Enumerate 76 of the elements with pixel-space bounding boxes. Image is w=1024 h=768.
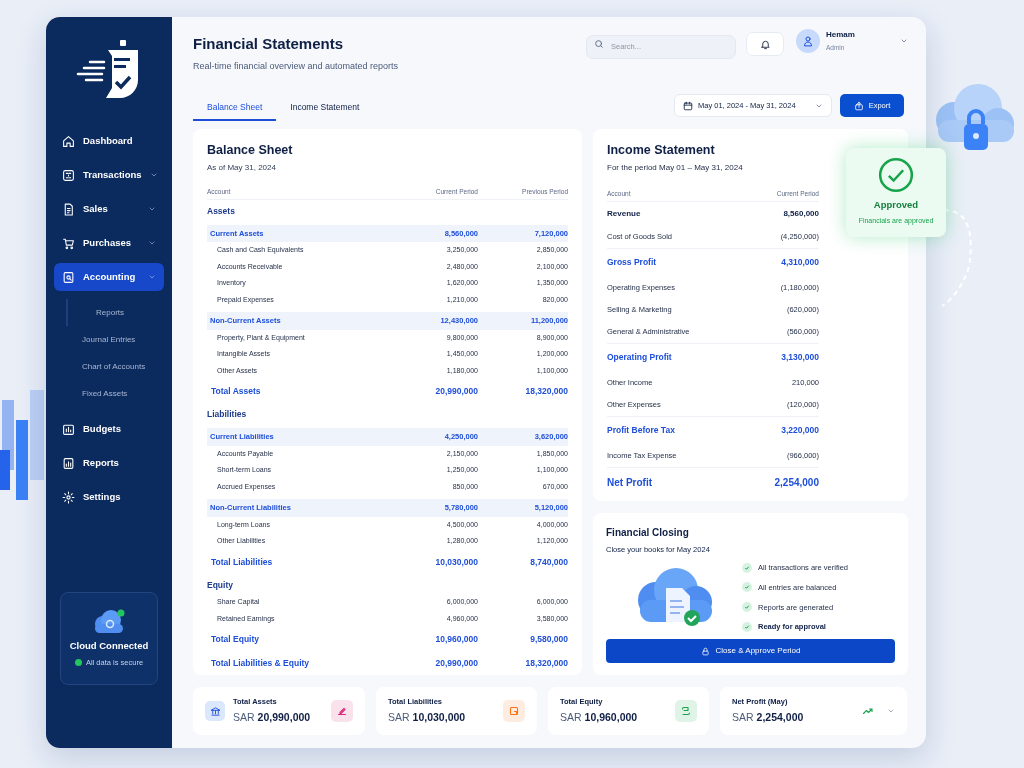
amount-cell-text: 10,960,000	[434, 633, 478, 647]
account-label: Profit Before Tax	[607, 424, 675, 438]
amount-cell-text: 20,990,000	[434, 657, 478, 670]
tab[interactable]: Income Statement	[276, 95, 374, 121]
page-subtitle: Real-time financial overview and automated reports	[193, 60, 400, 73]
document-search-icon	[62, 270, 75, 284]
account-label: Operating Profit	[607, 351, 672, 365]
notification-button[interactable]	[746, 32, 784, 56]
search-icon	[594, 39, 604, 49]
account-label: Equity	[207, 578, 234, 592]
submenu-item[interactable]: Reports	[66, 299, 164, 326]
chart-icon	[62, 422, 75, 436]
card-subtitle: For the period May 01 – May 31, 2024	[607, 161, 744, 174]
amount-cell-text: 10,030,000	[434, 555, 478, 569]
close-approve-button[interactable]: Close & Approve Period	[606, 639, 895, 664]
lock-icon	[700, 646, 710, 656]
settings-icon	[62, 490, 75, 504]
card-title: Balance Sheet	[207, 142, 294, 159]
amount-cell-text: 18,320,000	[524, 385, 568, 398]
account-label: Revenue	[607, 207, 641, 220]
sidebar-item[interactable]: Purchases	[54, 229, 164, 257]
amount-cell: 3,220,000	[781, 424, 819, 438]
amount-cell-text: 18,320,000	[524, 657, 568, 670]
amount-cell-text: 8,740,000	[529, 555, 568, 569]
sidebar-item[interactable]: Budgets	[54, 415, 164, 443]
sidebar-item[interactable]: Reports	[54, 449, 164, 477]
account-label: Net Profit	[607, 475, 652, 490]
sidebar-item[interactable]: Accounting	[54, 263, 164, 291]
currency-label: SAR	[560, 710, 582, 726]
sidebar-item[interactable]: Dashboard	[54, 127, 164, 155]
chevron-down-icon	[900, 37, 908, 45]
sidebar-item[interactable]: Sales	[54, 195, 164, 223]
account-label: Total Equity	[210, 633, 260, 647]
amount-cell-text: 2,254,000	[774, 475, 819, 490]
user-icon	[802, 35, 814, 47]
currency-label: SAR	[388, 710, 410, 726]
user-name: Hemam	[826, 29, 856, 42]
amount-cell: 8,560,000	[783, 207, 819, 220]
summary-value: 20,990,000	[257, 710, 311, 726]
calendar-icon	[683, 100, 693, 111]
approved-title: Approved	[873, 198, 919, 212]
sidebar-item[interactable]: Transactions	[54, 161, 164, 189]
grid-icon	[62, 168, 75, 182]
submenu-item[interactable]: Chart of Accounts	[54, 353, 164, 380]
export-icon	[853, 100, 864, 111]
amount-cell-text: 9,580,000	[529, 633, 568, 647]
currency-label: SAR	[732, 710, 754, 726]
summary-value: 2,254,000	[756, 710, 804, 726]
summary-value: 10,030,000	[412, 710, 466, 726]
currency-label: SAR	[233, 710, 255, 726]
submenu-item[interactable]: Journal Entries	[54, 326, 164, 353]
home-icon	[62, 134, 75, 148]
check-circle-icon	[877, 156, 915, 194]
summary-value: 10,960,000	[584, 710, 638, 726]
account-label: Total Assets	[210, 385, 262, 398]
tab[interactable]: Balance Sheet	[193, 95, 277, 121]
account-label: Assets	[207, 204, 236, 218]
page-title: Financial Statements	[193, 35, 345, 53]
sidebar-item[interactable]: Settings	[54, 483, 164, 511]
amount-cell-text: 20,990,000	[434, 385, 478, 398]
cart-icon	[62, 236, 75, 250]
chevron-down-icon	[887, 707, 895, 715]
account-label: Liabilities	[207, 408, 248, 421]
account-label: Gross Profit	[607, 256, 657, 270]
card-title: Income Statement	[607, 142, 716, 159]
amount-cell: 4,310,000	[781, 256, 819, 270]
submenu-item[interactable]: Fixed Assets	[54, 380, 164, 407]
account-label: Total Liabilities	[210, 555, 274, 569]
status-title: Cloud Connected	[69, 638, 149, 653]
card-subtitle: As of May 31, 2024	[207, 161, 277, 174]
chart-icon	[62, 456, 75, 470]
amount-cell: 3,130,000	[781, 351, 819, 365]
bell-icon	[759, 38, 771, 50]
card-title: Financial Closing	[606, 526, 690, 540]
document-icon	[62, 202, 75, 216]
account-label: Total Liabilities & Equity	[210, 657, 311, 670]
